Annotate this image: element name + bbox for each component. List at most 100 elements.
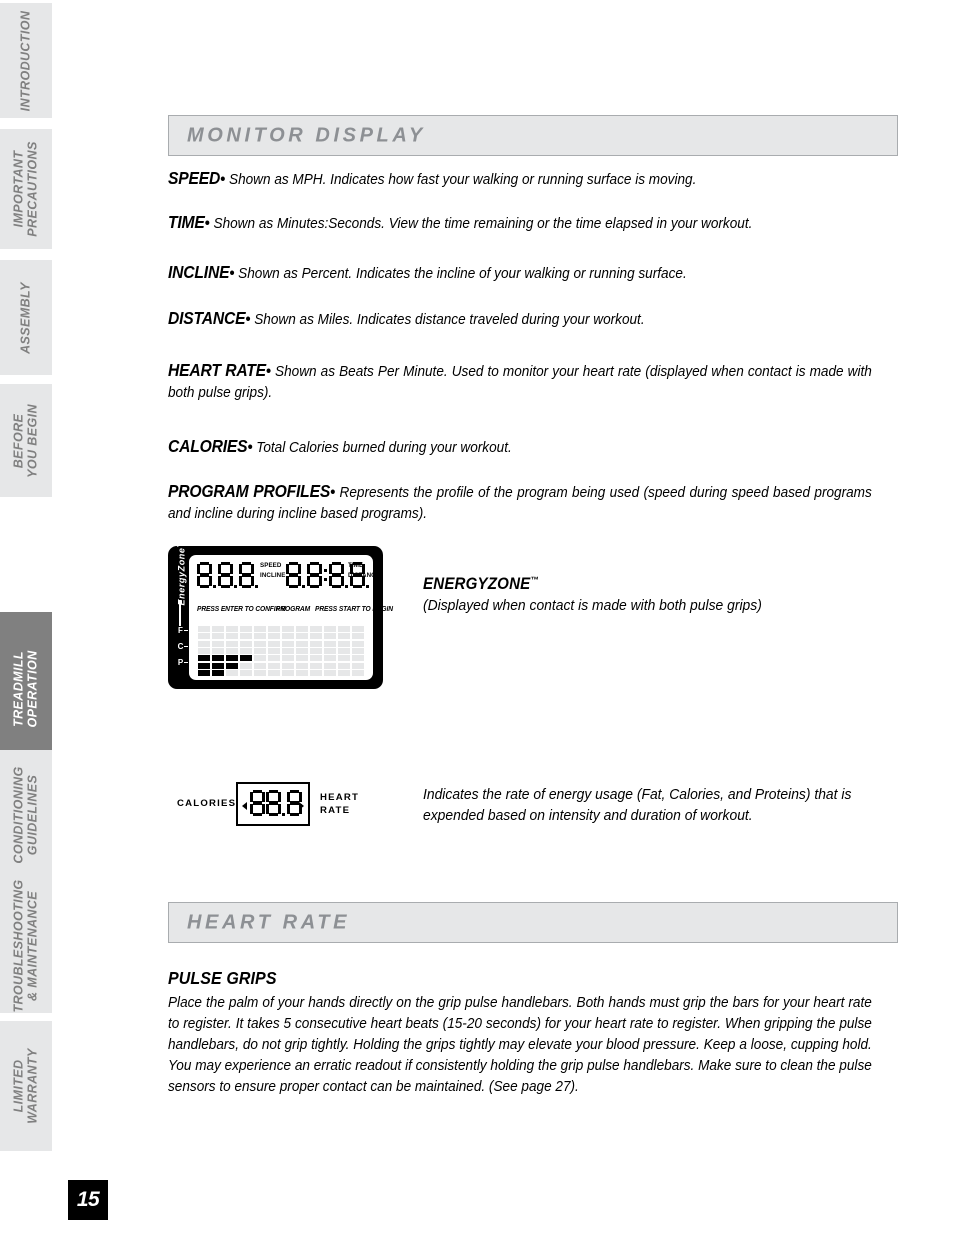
definition-text-heart-rate: Shown as Beats Per Minute. Used to monit…	[168, 363, 872, 401]
profile-grid-cell	[295, 655, 309, 662]
profile-grid-cell	[309, 640, 323, 647]
profile-grid-cell	[351, 640, 364, 647]
console-prompt-program: PROGRAM	[276, 606, 311, 613]
sidebar-tab-important-precautions[interactable]: IMPORTANT PRECAUTIONS	[0, 129, 52, 249]
profile-grid-cell	[267, 670, 281, 676]
page-content: MONITOR DISPLAY SPEED• Shown as MPH. Ind…	[168, 0, 898, 1235]
profile-grid-cell	[239, 633, 253, 640]
sidebar-tab-label: LIMITED WARRANTY	[11, 1048, 40, 1124]
profile-grid-cell	[239, 626, 253, 632]
sidebar-tab-label: TROUBLESHOOTING & MAINTENANCE	[11, 878, 40, 1013]
profile-grid-cell	[239, 662, 253, 669]
console-energyzone-brand-label: EnergyZone	[176, 547, 187, 606]
profile-grid-cell	[309, 648, 323, 654]
console-digit	[197, 562, 212, 588]
definition-heart-rate: HEART RATE• Shown as Beats Per Minute. U…	[168, 360, 872, 403]
console-label-time: TIME	[348, 562, 364, 569]
profile-grid-cell	[281, 662, 295, 669]
profile-grid-cell	[281, 633, 295, 640]
profile-grid-cell	[323, 670, 337, 676]
console-energyzone-brand: EnergyZone™	[176, 542, 190, 606]
profile-grid-cell	[225, 633, 239, 640]
profile-grid-cell	[295, 662, 309, 669]
sidebar-tab-troubleshooting-maintenance[interactable]: TROUBLESHOOTING & MAINTENANCE	[0, 878, 52, 1013]
profile-grid-cell	[351, 626, 364, 632]
console-prompt-press-enter: PRESS ENTER TO CONFIRM	[197, 606, 286, 613]
console-digits-speed-incline	[197, 562, 260, 588]
profile-grid-cell	[239, 670, 253, 676]
profile-grid-cell	[337, 662, 351, 669]
widget-digits	[250, 790, 303, 816]
profile-grid-cell	[351, 662, 364, 669]
section-header-heart-rate-label: HEART RATE	[187, 911, 351, 933]
profile-grid-cell	[323, 662, 337, 669]
profile-grid-cell	[239, 655, 253, 662]
profile-grid-cell	[198, 633, 211, 640]
definition-term-speed: SPEED	[168, 168, 221, 188]
profile-grid-cell	[253, 655, 267, 662]
sidebar-tab-conditioning-guidelines[interactable]: CONDITIONING GUIDELINES	[0, 750, 52, 880]
console-brand-rule	[179, 600, 181, 626]
sidebar-tab-before-you-begin[interactable]: BEFORE YOU BEGIN	[0, 384, 52, 497]
profile-grid-cell	[309, 662, 323, 669]
sidebar-tab-label: TREADMILL OPERATION	[11, 650, 40, 727]
calorie-heartrate-note: Indicates the rate of energy usage (Fat,…	[423, 784, 860, 826]
sidebar-tab-assembly[interactable]: ASSEMBLY	[0, 260, 52, 375]
profile-grid-cell	[198, 640, 211, 647]
profile-grid-cell	[198, 648, 211, 654]
profile-grid-cell	[253, 633, 267, 640]
profile-grid-cell	[309, 633, 323, 640]
profile-grid-cell	[211, 633, 225, 640]
profile-grid-cell	[295, 626, 309, 632]
section-header-heart-rate: HEART RATE	[168, 902, 898, 943]
sidebar-tab-limited-warranty[interactable]: LIMITED WARRANTY	[0, 1021, 52, 1151]
definition-bullet-time: •	[204, 215, 210, 232]
profile-grid-cell	[281, 655, 295, 662]
console-display-illustration: EnergyZone™ F C P SPEED INCLINE TIME DIS…	[168, 542, 393, 689]
profile-grid-cell	[337, 640, 351, 647]
profile-grid-cell	[267, 633, 281, 640]
sidebar-tab-introduction[interactable]: INTRODUCTION	[0, 3, 52, 118]
widget-label-heart-rate-line2: RATE	[320, 805, 351, 816]
definition-text-speed: Shown as MPH. Indicates how fast your wa…	[229, 171, 697, 188]
console-tick-proteins	[184, 662, 188, 663]
definition-speed: SPEED• Shown as MPH. Indicates how fast …	[168, 168, 803, 190]
profile-grid-cell	[225, 662, 239, 669]
energyzone-note: ENERGYZONE™ (Displayed when contact is m…	[423, 570, 762, 616]
profile-grid-cell	[267, 662, 281, 669]
sidebar-tab-label: INTRODUCTION	[18, 10, 33, 111]
profile-grid-cell	[337, 670, 351, 676]
profile-grid-cell	[351, 633, 364, 640]
sidebar-tab-treadmill-operation[interactable]: TREADMILL OPERATION	[0, 612, 52, 765]
profile-grid-cell	[337, 626, 351, 632]
console-program-profile-grid	[198, 626, 364, 676]
definition-text-incline: Shown as Percent. Indicates the incline …	[238, 265, 687, 282]
profile-grid-cell	[351, 655, 364, 662]
profile-grid-cell	[323, 640, 337, 647]
profile-grid-cell	[211, 626, 225, 632]
console-screen: SPEED INCLINE TIME DISTANCE PRESS ENTER …	[189, 555, 393, 680]
profile-grid-cell	[281, 626, 295, 632]
sidebar-tab-label: BEFORE YOU BEGIN	[11, 403, 40, 478]
calorie-heartrate-illustration: CALORIES HEART RATE	[168, 782, 368, 830]
profile-grid-cell	[351, 648, 364, 654]
definition-term-time: TIME	[168, 212, 205, 232]
left-arrow-icon	[242, 802, 247, 810]
definition-bullet-heart-rate: •	[265, 363, 271, 380]
profile-grid-cell	[211, 640, 225, 647]
profile-grid-cell	[337, 648, 351, 654]
profile-grid-cell	[253, 640, 267, 647]
profile-grid-cell	[239, 648, 253, 654]
profile-grid-cell	[198, 655, 211, 662]
profile-grid-cell	[225, 648, 239, 654]
profile-grid-cell	[225, 626, 239, 632]
profile-grid-cell	[323, 648, 337, 654]
profile-grid-cell	[309, 655, 323, 662]
definition-bullet-distance: •	[245, 311, 251, 328]
widget-digit	[250, 790, 265, 816]
profile-grid-cell	[225, 640, 239, 647]
profile-grid-cell	[267, 655, 281, 662]
paragraph-pulse-grips: Place the palm of your hands directly on…	[168, 994, 872, 1095]
profile-grid-cell	[211, 648, 225, 654]
console-digit	[329, 562, 344, 588]
